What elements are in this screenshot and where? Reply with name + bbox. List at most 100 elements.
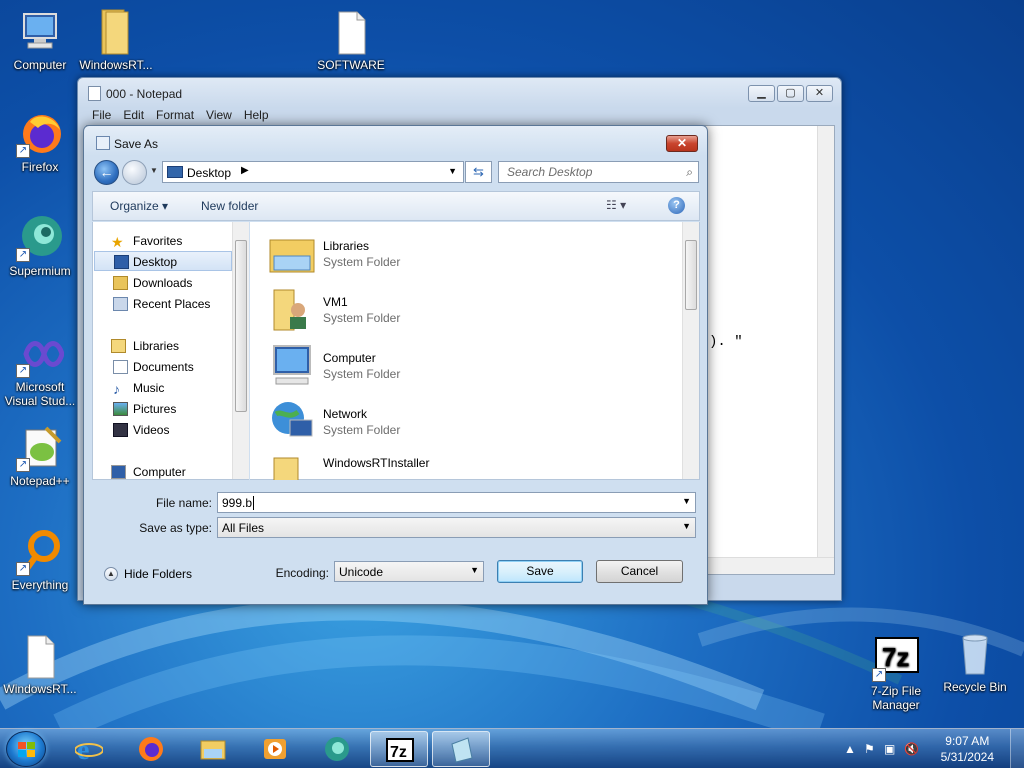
help-icon[interactable]: ?: [668, 197, 685, 214]
editor-text: ). ": [709, 334, 743, 350]
firefox-icon: ↗: [16, 110, 64, 158]
recent-locations-dropdown[interactable]: ▼: [150, 166, 158, 175]
cancel-button[interactable]: Cancel: [596, 560, 683, 583]
change-view-button[interactable]: ☷ ▾: [606, 198, 626, 212]
breadcrumb-desktop[interactable]: Desktop: [187, 166, 231, 180]
close-button[interactable]: ✕: [666, 135, 698, 152]
shortcut-arrow-icon: ↗: [16, 144, 30, 158]
chevron-down-icon[interactable]: ▼: [682, 521, 691, 531]
maximize-button[interactable]: ▢: [777, 85, 804, 102]
shortcut-arrow-icon: ↗: [16, 248, 30, 262]
file-item-vm1[interactable]: VM1 System Folder: [268, 286, 648, 342]
scrollbar-thumb[interactable]: [235, 240, 247, 412]
file-item-network[interactable]: Network System Folder: [268, 398, 648, 454]
nav-recent-places[interactable]: Recent Places: [105, 294, 235, 314]
recycle-bin-icon: [951, 630, 999, 678]
pictures-icon: [113, 402, 128, 416]
desktop-icon-7zip[interactable]: 7z ↗ 7-Zip File Manager: [856, 634, 936, 712]
organize-button[interactable]: Organize ▾: [110, 199, 168, 213]
save-button[interactable]: Save: [497, 560, 583, 583]
desktop-icon-label: 7-Zip File Manager: [870, 684, 921, 712]
window-title: 000 - Notepad: [106, 87, 183, 101]
nav-libraries[interactable]: Libraries: [105, 336, 235, 356]
nav-scrollbar[interactable]: [232, 222, 249, 479]
close-button[interactable]: ✕: [806, 85, 833, 102]
file-item-computer[interactable]: Computer System Folder: [268, 342, 648, 398]
chevron-down-icon[interactable]: ▼: [682, 496, 691, 506]
taskbar-firefox[interactable]: [122, 731, 180, 767]
new-folder-button[interactable]: New folder: [201, 199, 258, 213]
taskbar-notepad[interactable]: [432, 731, 490, 767]
save-type-select[interactable]: All Files ▼: [217, 517, 696, 538]
desktop-icon-computer[interactable]: Computer: [0, 8, 80, 72]
file-type: System Folder: [323, 367, 401, 381]
media-player-icon: [264, 739, 286, 759]
taskbar-supermium[interactable]: [308, 731, 366, 767]
nav-favorites[interactable]: ★ Favorites: [105, 231, 235, 251]
file-list-scrollbar[interactable]: [682, 222, 699, 479]
desktop-icon-label: Firefox: [21, 160, 59, 174]
folder-icon: [92, 8, 140, 56]
desktop-icon-everything[interactable]: ↗ Everything: [0, 528, 80, 592]
desktop-icon-label: Computer: [13, 58, 67, 72]
computer-icon: [111, 465, 126, 479]
desktop-icon-supermium[interactable]: ↗ Supermium: [0, 214, 80, 278]
nav-computer[interactable]: Computer: [105, 462, 235, 482]
menu-help[interactable]: Help: [234, 106, 277, 124]
desktop-icon-windowsrt-folder[interactable]: WindowsRT...: [76, 8, 156, 72]
music-icon: ♪: [113, 381, 120, 397]
show-desktop-button[interactable]: [1010, 729, 1024, 768]
nav-documents[interactable]: Documents: [105, 357, 235, 377]
star-icon: ★: [111, 234, 124, 250]
downloads-folder-icon: [113, 276, 128, 290]
search-icon: ⌕: [686, 165, 693, 179]
scrollbar-thumb[interactable]: [685, 240, 697, 310]
shortcut-arrow-icon: ↗: [16, 458, 30, 472]
nav-desktop[interactable]: Desktop: [94, 251, 232, 271]
taskbar-explorer[interactable]: [184, 731, 242, 767]
nav-pictures[interactable]: Pictures: [105, 399, 235, 419]
menu-format[interactable]: Format: [146, 106, 202, 124]
shortcut-arrow-icon: ↗: [16, 562, 30, 576]
taskbar-ie[interactable]: e: [60, 731, 118, 767]
nav-videos[interactable]: Videos: [105, 420, 235, 440]
command-bar: Organize ▾ New folder ☷ ▾ ?: [92, 191, 700, 221]
chevron-down-icon[interactable]: ▼: [470, 565, 479, 575]
desktop-icon-firefox[interactable]: ↗ Firefox: [0, 110, 80, 174]
search-input[interactable]: Search Desktop ⌕: [498, 161, 699, 183]
file-name-input[interactable]: 999.b ▼: [217, 492, 696, 513]
clock[interactable]: 9:07 AM 5/31/2024: [941, 733, 994, 765]
desktop-icon-notepadpp[interactable]: ↗ Notepad++: [0, 424, 80, 488]
hide-folders-button[interactable]: ▲ Hide Folders: [104, 567, 192, 581]
desktop-icon-recycle-bin[interactable]: Recycle Bin: [935, 630, 1015, 694]
nav-music[interactable]: ♪ Music: [105, 378, 235, 398]
volume-muted-icon[interactable]: 🔇: [904, 742, 919, 756]
taskbar-media-player[interactable]: [246, 731, 304, 767]
start-button[interactable]: [6, 731, 46, 767]
file-type: System Folder: [323, 423, 401, 437]
nav-downloads[interactable]: Downloads: [105, 273, 235, 293]
action-center-flag-icon[interactable]: ⚑: [864, 742, 875, 756]
forward-button[interactable]: [122, 160, 147, 185]
taskbar-7zip[interactable]: 7z: [370, 731, 428, 767]
breadcrumb-arrow-icon[interactable]: ▶: [241, 165, 249, 176]
file-item-libraries[interactable]: Libraries System Folder: [268, 230, 648, 286]
show-hidden-icons-icon[interactable]: ▲: [844, 742, 856, 756]
address-dropdown-icon[interactable]: ▼: [448, 166, 457, 176]
desktop-icon-visual-studio[interactable]: ↗ Microsoft Visual Stud...: [0, 330, 80, 408]
clock-date: 5/31/2024: [940, 750, 994, 764]
refresh-button[interactable]: ⇆: [465, 161, 492, 183]
address-bar[interactable]: Desktop ▶ ▼: [162, 161, 464, 183]
save-type-label: Save as type:: [139, 521, 212, 535]
file-item-windowsrtinstaller[interactable]: WindowsRTInstaller: [268, 454, 648, 480]
vertical-scrollbar[interactable]: [817, 126, 834, 574]
supermium-icon: [325, 737, 349, 761]
encoding-select[interactable]: Unicode ▼: [334, 561, 484, 582]
save-as-dialog[interactable]: Save As ✕ ← ▼ Desktop ▶ ▼ ⇆ Search Deskt…: [83, 125, 708, 605]
desktop-icon-software[interactable]: SOFTWARE: [311, 8, 391, 72]
network-icon[interactable]: ▣: [884, 742, 895, 756]
desktop-folder-icon: [167, 166, 183, 178]
minimize-button[interactable]: ▁: [748, 85, 775, 102]
desktop-icon-windowsrt-file[interactable]: WindowsRT...: [0, 632, 80, 696]
back-button[interactable]: ←: [94, 160, 119, 185]
